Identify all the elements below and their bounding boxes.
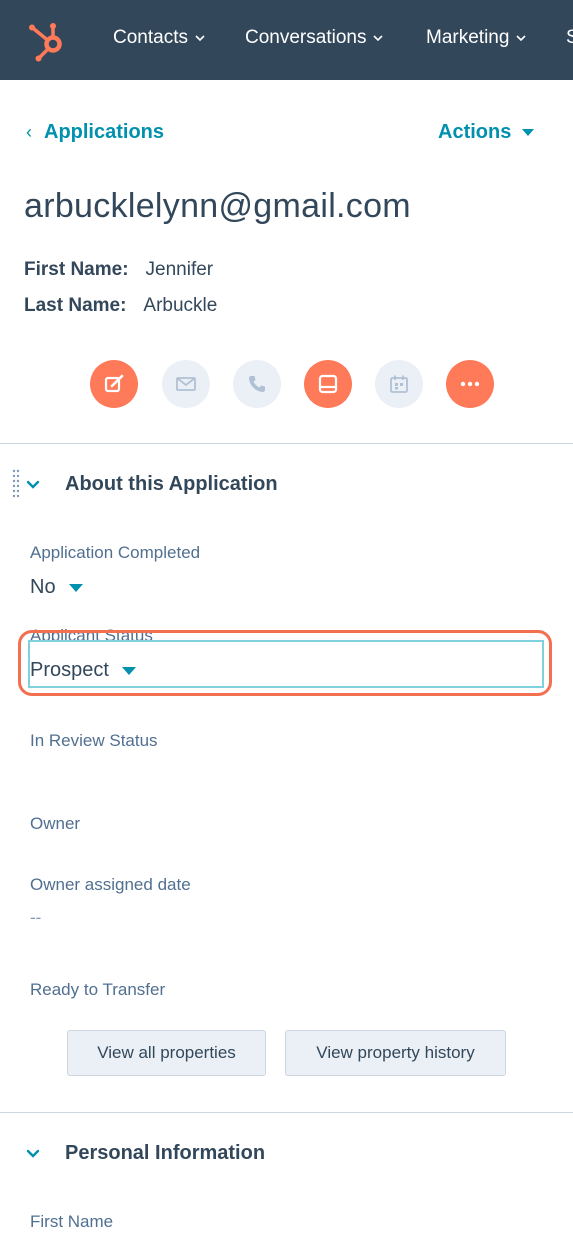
last-name-row: Last Name: Arbuckle — [24, 295, 217, 317]
caret-down-icon — [68, 583, 83, 592]
back-link-label: Applications — [44, 121, 165, 143]
note-button[interactable] — [90, 360, 138, 408]
applicant-status-value: Prospect — [30, 659, 109, 681]
nav-item-more[interactable]: S — [566, 27, 573, 49]
chevron-down-icon — [373, 35, 384, 42]
chevron-down-icon — [516, 35, 526, 42]
application-completed-label: Application Completed — [30, 543, 201, 562]
view-all-properties-button[interactable]: View all properties — [67, 1030, 266, 1076]
section-divider — [0, 1112, 573, 1113]
nav-item-label: Contacts — [113, 27, 188, 48]
view-property-history-button[interactable]: View property history — [285, 1030, 506, 1076]
nav-item-label: Marketing — [426, 27, 510, 48]
more-actions-button[interactable] — [446, 360, 494, 408]
call-button[interactable] — [233, 360, 281, 408]
application-completed-select[interactable]: No — [30, 576, 83, 599]
first-name-property-label: First Name — [30, 1212, 114, 1231]
chevron-down-icon[interactable] — [26, 1147, 40, 1161]
chevron-down-icon[interactable] — [26, 478, 40, 492]
nav-item-contacts[interactable]: Contacts — [113, 27, 206, 49]
first-name-value[interactable]: Jennifer — [146, 259, 214, 281]
drag-handle-icon[interactable] — [12, 468, 20, 502]
chevron-down-icon — [195, 35, 205, 42]
actions-label: Actions — [438, 121, 512, 143]
back-to-applications-link[interactable]: ‹ Applications — [26, 121, 164, 144]
in-review-status-label: In Review Status — [30, 731, 158, 750]
edit-note-icon — [104, 374, 124, 393]
applicant-status-select[interactable]: Prospect — [30, 659, 136, 682]
calendar-meeting-icon — [390, 375, 408, 393]
email-icon — [176, 377, 196, 391]
nav-item-conversations[interactable]: Conversations — [245, 27, 384, 49]
owner-assigned-date-label: Owner assigned date — [30, 875, 191, 894]
nav-item-label: Conversations — [245, 27, 367, 48]
first-name-row: First Name: Jennifer — [24, 259, 213, 281]
more-icon — [460, 381, 480, 387]
nav-item-marketing[interactable]: Marketing — [426, 27, 527, 49]
log-activity-button[interactable] — [304, 360, 352, 408]
section-divider — [0, 443, 573, 444]
chevron-left-icon: ‹ — [26, 122, 32, 142]
quick-actions-bar — [0, 360, 573, 408]
actions-dropdown[interactable]: Actions — [438, 121, 535, 144]
log-activity-icon — [318, 374, 338, 394]
first-name-label: First Name: — [24, 259, 129, 280]
top-navigation-bar: Contacts Conversations Marketing S — [0, 0, 573, 80]
section-title-about-application[interactable]: About this Application — [65, 473, 278, 496]
application-completed-value: No — [30, 576, 56, 598]
section-title-personal-information[interactable]: Personal Information — [65, 1142, 265, 1165]
email-button[interactable] — [162, 360, 210, 408]
last-name-value[interactable]: Arbuckle — [143, 295, 217, 317]
ready-to-transfer-label: Ready to Transfer — [30, 980, 166, 999]
owner-assigned-date-value[interactable]: -- — [30, 908, 41, 928]
nav-more-partial: S — [566, 27, 573, 48]
record-title: arbucklelynn@gmail.com — [24, 187, 411, 225]
meeting-button[interactable] — [375, 360, 423, 408]
owner-label: Owner — [30, 814, 81, 833]
caret-down-icon — [522, 129, 535, 136]
hubspot-sprocket-icon[interactable] — [26, 20, 70, 64]
phone-icon — [249, 376, 265, 392]
last-name-label: Last Name: — [24, 295, 127, 316]
caret-down-icon — [121, 666, 136, 675]
